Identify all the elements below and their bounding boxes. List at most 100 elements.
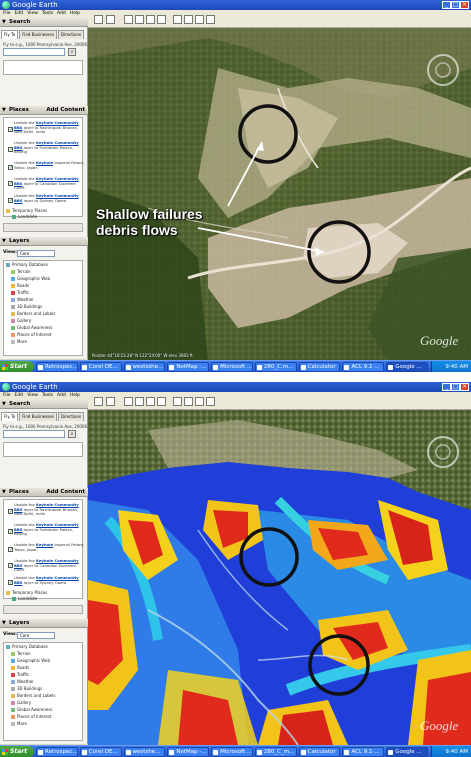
place-item-1[interactable]: Unable the Keyhole Community BBS layer t… — [14, 120, 86, 135]
checkbox[interactable]: ✓ — [8, 547, 13, 553]
tab-find-businesses[interactable]: Find Businesses — [19, 30, 57, 39]
temporary-places-item[interactable]: Temporary Places — [6, 208, 47, 213]
place-item-3[interactable]: Unable the Keyhole Imperial Palace, Toky… — [14, 542, 86, 552]
tour-icon[interactable] — [106, 397, 115, 406]
place-item-5[interactable]: Unable the Keyhole Community BBS layer t… — [14, 575, 86, 585]
layer-item[interactable]: Gallery — [11, 700, 31, 705]
taskbar-button[interactable]: Microsoft ... — [211, 747, 253, 757]
place-item-2[interactable]: Unable the Keyhole Community BBS layer t… — [14, 140, 86, 155]
print-icon[interactable] — [195, 397, 204, 406]
landslide-item[interactable]: Landslide — [12, 214, 37, 219]
sidebar-toggle-icon[interactable] — [94, 15, 103, 24]
menu-tools[interactable]: Tools — [42, 393, 53, 398]
search-button[interactable]: ⌕ — [68, 430, 76, 438]
checkbox[interactable]: ✓ — [8, 529, 13, 535]
place-item-1[interactable]: Unable the Keyhole Community BBS layer t… — [14, 502, 86, 517]
menu-file[interactable]: File — [3, 11, 11, 16]
checkbox[interactable]: ✓ — [8, 198, 13, 204]
checkbox[interactable]: ✓ — [8, 127, 13, 133]
layer-item[interactable]: Traffic — [11, 290, 29, 295]
layer-item[interactable]: Geographic Web — [11, 658, 50, 663]
taskbar-button[interactable]: westshe... — [123, 747, 166, 757]
view-select[interactable]: Core — [17, 632, 55, 639]
taskbar-button[interactable]: Google ... — [386, 747, 428, 757]
view-in-maps-icon[interactable] — [206, 15, 215, 24]
taskbar-button[interactable]: Calculator — [298, 747, 341, 757]
layer-item[interactable]: Traffic — [11, 672, 29, 677]
layers-header[interactable]: ▼ Layers — [0, 237, 88, 246]
overlay-icon[interactable] — [157, 397, 166, 406]
menu-help[interactable]: Help — [70, 11, 80, 16]
layer-item[interactable]: Roads — [11, 665, 29, 670]
view-select[interactable]: Core — [17, 250, 55, 257]
place-item-4[interactable]: Unable the Keyhole Community BBS layer t… — [14, 176, 86, 191]
layer-item[interactable]: Terrain — [11, 269, 31, 274]
layer-item[interactable]: Global Awareness — [11, 325, 53, 330]
taskbar-button[interactable]: NetMap -... — [167, 747, 210, 757]
checkbox[interactable]: ✓ — [8, 509, 13, 515]
places-header[interactable]: ▼ Places Add Content — [0, 106, 88, 115]
ruler-icon[interactable] — [173, 15, 182, 24]
layer-item[interactable]: Roads — [11, 283, 29, 288]
taskbar-button[interactable]: NetMap -... — [167, 362, 210, 372]
close-button[interactable]: × — [460, 383, 469, 391]
menu-help[interactable]: Help — [70, 393, 80, 398]
earth-view-hazard[interactable]: Google — [88, 410, 471, 745]
tab-fly-to[interactable]: Fly To — [1, 30, 19, 39]
layers-header[interactable]: ▼ Layers — [0, 619, 88, 628]
print-icon[interactable] — [195, 15, 204, 24]
email-icon[interactable] — [184, 397, 193, 406]
layer-item[interactable]: Borders and Labels — [11, 311, 55, 316]
placemark-icon[interactable] — [124, 15, 133, 24]
layer-item[interactable]: Geographic Web — [11, 276, 50, 281]
start-button[interactable]: Start — [0, 361, 34, 372]
menu-add[interactable]: Add — [57, 11, 66, 16]
layer-item[interactable]: Places of Interest — [11, 714, 52, 719]
taskbar-button[interactable]: Google ... — [386, 362, 428, 372]
tab-fly-to[interactable]: Fly To — [1, 412, 19, 421]
polygon-icon[interactable] — [135, 397, 144, 406]
taskbar-button[interactable]: Calculator — [298, 362, 341, 372]
checkbox[interactable]: ✓ — [8, 563, 13, 569]
add-content-link[interactable]: Add Content — [46, 106, 85, 115]
menu-view[interactable]: View — [27, 393, 38, 398]
taskbar-button[interactable]: ACL 9.1 ... — [342, 747, 385, 757]
close-button[interactable]: × — [460, 1, 469, 9]
place-item-3[interactable]: Unable the Keyhole Imperial Palace, Toky… — [14, 160, 86, 170]
maximize-button[interactable]: □ — [451, 383, 460, 391]
tab-directions[interactable]: Directions — [57, 30, 85, 39]
maximize-button[interactable]: □ — [451, 1, 460, 9]
layer-item[interactable]: 3D Buildings — [11, 686, 42, 691]
taskbar-button[interactable]: ACL 9.1 ... — [342, 362, 385, 372]
layer-item[interactable]: Places of Interest — [11, 332, 52, 337]
add-content-link[interactable]: Add Content — [46, 488, 85, 497]
place-item-5[interactable]: Unable the Keyhole Community BBS layer t… — [14, 193, 86, 203]
checkbox[interactable]: ✓ — [8, 147, 13, 153]
path-icon[interactable] — [146, 15, 155, 24]
layer-item[interactable]: Weather — [11, 679, 34, 684]
checkbox[interactable]: ✓ — [8, 165, 13, 171]
taskbar-button[interactable]: Microsoft ... — [211, 362, 253, 372]
layer-item[interactable]: Primary Database — [6, 262, 48, 267]
tab-directions[interactable]: Directions — [57, 412, 85, 421]
polygon-icon[interactable] — [135, 15, 144, 24]
temporary-places-item[interactable]: Temporary Places — [6, 590, 47, 595]
layer-item[interactable]: 3D Buildings — [11, 304, 42, 309]
place-item-2[interactable]: Unable the Keyhole Community BBS layer t… — [14, 522, 86, 537]
taskbar-button[interactable]: 280_C_m... — [254, 747, 297, 757]
search-header[interactable]: ▼ Search — [0, 400, 88, 409]
menu-tools[interactable]: Tools — [42, 11, 53, 16]
landslide-item[interactable]: Landslide — [12, 596, 37, 601]
layer-item[interactable]: Global Awareness — [11, 707, 53, 712]
taskbar-button[interactable]: Retrospec... — [36, 362, 78, 372]
path-icon[interactable] — [146, 397, 155, 406]
minimize-button[interactable]: _ — [442, 383, 451, 391]
checkbox[interactable]: ✓ — [8, 181, 13, 187]
taskbar-button[interactable]: Corel DE... — [79, 747, 122, 757]
email-icon[interactable] — [184, 15, 193, 24]
search-button[interactable]: ⌕ — [68, 48, 76, 56]
taskbar-button[interactable]: westsshe... — [123, 362, 166, 372]
layer-item[interactable]: Weather — [11, 297, 34, 302]
search-header[interactable]: ▼ Search — [0, 18, 88, 27]
menu-add[interactable]: Add — [57, 393, 66, 398]
